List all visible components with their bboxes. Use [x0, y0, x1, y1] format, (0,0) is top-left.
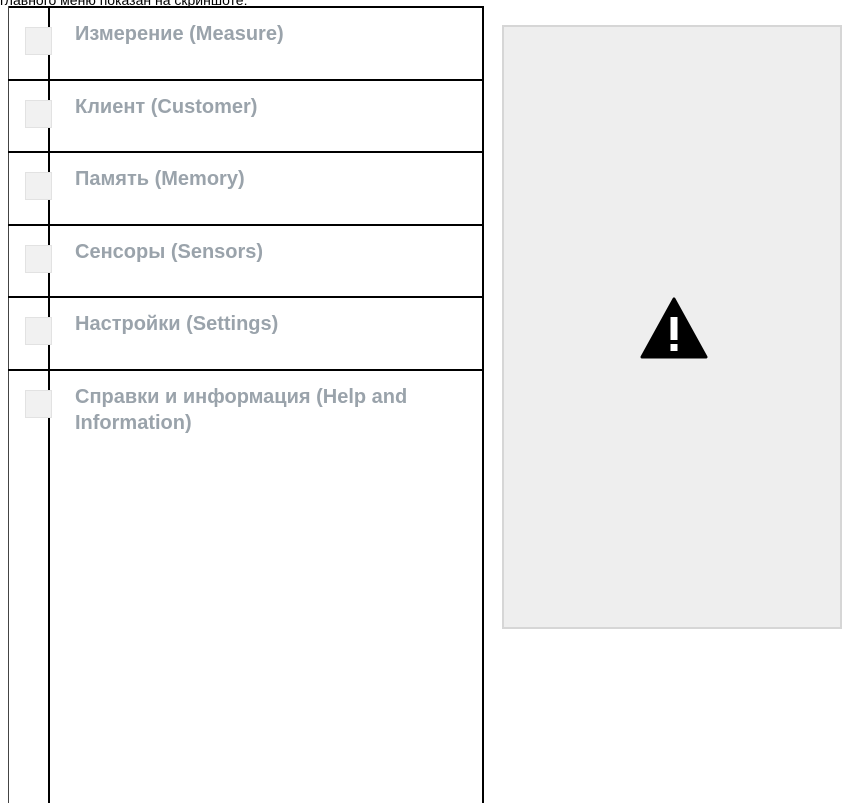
menu-item-measure[interactable]: Измерение (Measure): [8, 8, 484, 81]
menu-item-label: Настройки (Settings): [75, 313, 279, 336]
menu-item-label: Измерение (Measure): [75, 23, 284, 45]
image-placeholder: [502, 25, 842, 629]
menu-item-settings[interactable]: Настройки (Settings): [8, 298, 484, 371]
menu-item-checkbox[interactable]: [25, 99, 52, 128]
menu-item-customer[interactable]: Клиент (Customer): [8, 81, 484, 154]
menu-item-checkbox[interactable]: [25, 172, 52, 201]
menu-item-checkbox[interactable]: [25, 27, 52, 55]
menu-item-memory[interactable]: Память (Memory): [8, 153, 484, 226]
menu-item-sensors[interactable]: Сенсоры (Sensors): [8, 226, 484, 299]
menu-item-checkbox[interactable]: [25, 244, 52, 273]
menu-item-label: Память (Memory): [75, 168, 245, 191]
menu-item-help[interactable]: Справки и информация (Help and Informati…: [8, 371, 484, 801]
menu-item-label: Клиент (Customer): [75, 95, 258, 118]
menu-item-checkbox[interactable]: [25, 317, 52, 346]
menu-item-label: Справки и информация (Help and Informati…: [75, 385, 408, 434]
main-menu-list: Измерение (Measure) Клиент (Customer) Па…: [8, 8, 484, 801]
menu-item-label: Сенсоры (Sensors): [75, 240, 264, 263]
menu-item-checkbox[interactable]: [25, 389, 52, 418]
warning-icon: [640, 297, 708, 359]
